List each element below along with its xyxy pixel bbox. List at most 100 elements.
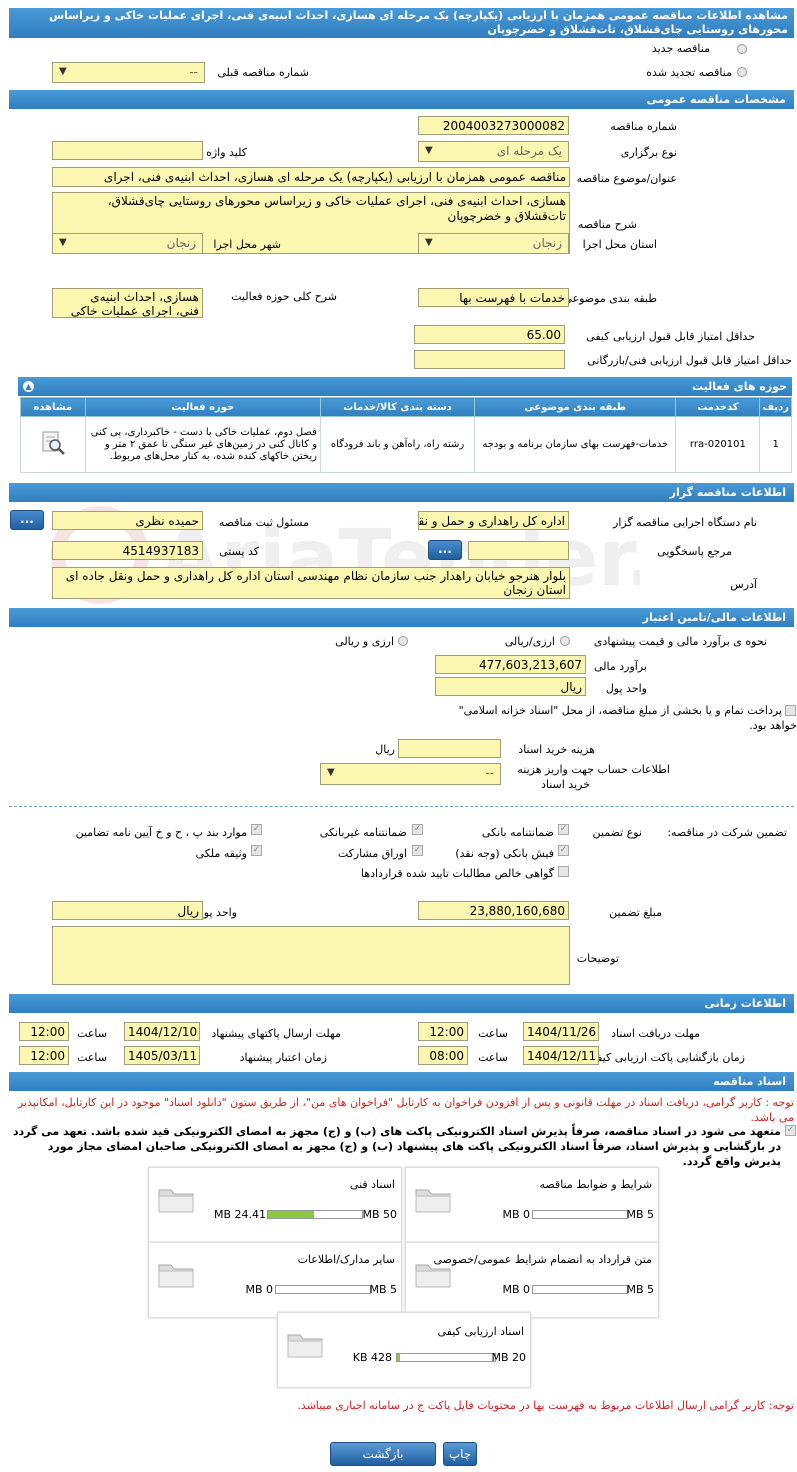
back-button[interactable]: بازگشت bbox=[330, 1442, 436, 1466]
progress-bar bbox=[532, 1285, 628, 1294]
org-label: نام دستگاه اجرایی مناقصه گزار bbox=[613, 516, 757, 529]
province-label: استان محل اجرا bbox=[582, 238, 657, 251]
min-quality-field[interactable]: 65.00 bbox=[414, 325, 565, 344]
quality-open-label: زمان بازگشایی پاکت ارزیابی کیفی bbox=[587, 1051, 745, 1064]
validity-time-field[interactable]: 12:00 bbox=[19, 1046, 69, 1065]
doc-card-technical[interactable]: اسناد فنی 24.41 MB 50 MB bbox=[148, 1167, 402, 1243]
description-label: شرح مناقصه bbox=[577, 218, 637, 231]
doc-card-terms[interactable]: شرایط و ضوابط مناقصه 0 MB 5 MB bbox=[405, 1167, 659, 1243]
send-deadline-label: مهلت ارسال پاکتهای پیشنهاد bbox=[211, 1027, 341, 1040]
progress-bar bbox=[267, 1210, 363, 1219]
doc-card-quality[interactable]: اسناد ارزیابی کیفی 428 KB 20 MB bbox=[277, 1312, 531, 1388]
renewed-tender-radio[interactable] bbox=[737, 67, 747, 77]
currency-rial-radio[interactable] bbox=[560, 636, 570, 646]
chevron-down-icon: ▼ bbox=[327, 767, 335, 778]
estimate-label: برآورد مالی bbox=[594, 660, 647, 673]
property-checkbox[interactable]: ✓ bbox=[251, 845, 262, 856]
quality-open-date-field[interactable]: 1404/12/11 bbox=[523, 1046, 599, 1065]
notes-field[interactable] bbox=[52, 926, 570, 985]
doc-cost-field[interactable] bbox=[398, 739, 501, 758]
col-activity: حوزه فعالیت bbox=[84, 397, 321, 417]
nonbank-guarantee-label: ضمانتنامه غیربانکی bbox=[319, 826, 407, 839]
quality-open-time-field[interactable]: 08:00 bbox=[418, 1046, 468, 1065]
address-label: آدرس bbox=[730, 578, 757, 591]
page-title-line2: محورهای روستایی چای‌قشلاق، تات‌قشلاق و خ… bbox=[487, 23, 788, 36]
scope-field[interactable]: هسازی، احداث ابنیه‌ی فنی، اجرای عملیات خ… bbox=[52, 288, 203, 318]
treasury-checkbox[interactable] bbox=[785, 705, 796, 716]
currency-and-rial-radio[interactable] bbox=[398, 636, 408, 646]
send-time-field[interactable]: 12:00 bbox=[19, 1022, 69, 1041]
estimate-field[interactable]: 477,603,213,607 bbox=[435, 655, 586, 674]
col-group: دسته بندی کالا/خدمات bbox=[319, 397, 476, 417]
send-date-field[interactable]: 1404/12/10 bbox=[124, 1022, 200, 1041]
postal-label: کد پستی bbox=[219, 545, 259, 558]
bonds-checkbox[interactable]: ✓ bbox=[412, 845, 423, 856]
commit-checkbox[interactable]: ✓ bbox=[785, 1125, 796, 1136]
ref-label: مرجع پاسخگویی bbox=[657, 545, 732, 558]
progress-bar bbox=[532, 1210, 628, 1219]
progress-bar bbox=[396, 1353, 496, 1362]
address-field[interactable]: بلوار هنرجو خیابان راهدار جنب سازمان نظا… bbox=[52, 567, 570, 599]
view-cell[interactable] bbox=[20, 416, 86, 473]
province-select[interactable]: زنجان ▼ bbox=[418, 233, 569, 254]
tender-number-field[interactable]: 2004003273000082 bbox=[418, 116, 569, 135]
organizer-section-header: اطلاعات مناقصه گزار bbox=[9, 483, 794, 502]
subject-label: عنوان/موضوع مناقصه bbox=[576, 172, 677, 185]
chevron-down-icon: ▼ bbox=[425, 237, 433, 248]
collapse-icon[interactable]: ▲ bbox=[23, 381, 34, 392]
ref-lookup-button[interactable]: ... bbox=[428, 540, 462, 560]
divider bbox=[9, 806, 794, 807]
org-field[interactable]: اداره کل راهداری و حمل و نقل bbox=[418, 511, 569, 530]
prev-tender-label: شماره مناقصه قبلی bbox=[217, 66, 309, 79]
account-select[interactable]: -- ▼ bbox=[320, 763, 501, 785]
new-tender-radio[interactable] bbox=[737, 44, 747, 54]
guarantee-currency-field[interactable]: ریال bbox=[52, 901, 203, 920]
documents-section-header: اسناد مناقصه bbox=[9, 1072, 794, 1091]
col-view: مشاهده bbox=[20, 397, 86, 417]
officer-field[interactable]: حمیده نظری bbox=[52, 511, 203, 530]
bonds-label: اوراق مشارکت bbox=[337, 847, 407, 860]
doc-card-other[interactable]: سایر مدارک/اطلاعات 0 MB 5 MB bbox=[148, 1242, 402, 1318]
general-section-header: مشخصات مناقصه عمومی bbox=[9, 90, 794, 109]
officer-lookup-button[interactable]: ... bbox=[10, 510, 44, 530]
min-quality-label: حداقل امتیاز قابل قبول ارزیابی کیفی bbox=[586, 330, 755, 343]
page-title-bar: مشاهده اطلاعات مناقصه عمومی همزمان با ار… bbox=[9, 8, 794, 38]
subject-field[interactable]: مناقصه عمومی همزمان با ارزیابی (یکپارچه)… bbox=[52, 167, 570, 187]
claims-checkbox[interactable] bbox=[558, 866, 569, 877]
currency-and-rial-label: ارزی و ریالی bbox=[335, 635, 394, 648]
send-time-label: ساعت bbox=[77, 1027, 107, 1040]
bank-guarantee-checkbox[interactable]: ✓ bbox=[558, 824, 569, 835]
nonbank-guarantee-checkbox[interactable]: ✓ bbox=[412, 824, 423, 835]
validity-label: زمان اعتبار پیشنهاد bbox=[239, 1051, 327, 1064]
print-button[interactable]: چاپ bbox=[443, 1442, 477, 1466]
col-code: کدخدمت bbox=[675, 397, 761, 417]
tender-type-select[interactable]: یک مرحله ای ▼ bbox=[418, 141, 569, 162]
currency-field[interactable]: ریال bbox=[435, 677, 586, 696]
doc-card-contract[interactable]: متن قرارداد به انضمام شرایط عمومی/خصوصی … bbox=[405, 1242, 659, 1318]
scope-label: شرح کلی حوزه فعالیت bbox=[231, 290, 337, 303]
postal-field[interactable]: 4514937183 bbox=[52, 541, 203, 560]
doc-cost-unit: ریال bbox=[375, 743, 395, 756]
guarantee-amount-field[interactable]: 23,880,160,680 bbox=[418, 901, 569, 920]
commit-text: متعهد می شود در اسناد مناقصه، صرفاً پذیر… bbox=[12, 1125, 781, 1168]
validity-date-field[interactable]: 1405/03/11 bbox=[124, 1046, 200, 1065]
clause-guarantee-checkbox[interactable]: ✓ bbox=[251, 824, 262, 835]
activities-header bbox=[18, 377, 792, 396]
folder-icon bbox=[158, 1189, 194, 1213]
cash-receipt-checkbox[interactable]: ✓ bbox=[558, 845, 569, 856]
category-field[interactable]: خدمات با فهرست بها bbox=[418, 288, 569, 307]
magnifier-doc-icon[interactable] bbox=[40, 430, 66, 456]
activities-table: ردیف کدخدمت طبقه بندی موضوعی دسته بندی ک… bbox=[20, 397, 792, 473]
chevron-down-icon: ▼ bbox=[59, 237, 67, 248]
prev-tender-select[interactable]: -- ▼ bbox=[52, 62, 205, 83]
city-select[interactable]: زنجان ▼ bbox=[52, 233, 203, 254]
guarantee-type-label: نوع تضمین bbox=[592, 826, 642, 839]
keyword-field[interactable] bbox=[52, 141, 203, 160]
guarantee-label: تضمین شرکت در مناقصه: bbox=[667, 826, 787, 839]
min-tech-field[interactable] bbox=[414, 350, 565, 369]
col-category: طبقه بندی موضوعی bbox=[474, 397, 677, 417]
receive-date-field[interactable]: 1404/11/26 bbox=[523, 1022, 599, 1041]
bank-guarantee-label: ضمانتنامه بانکی bbox=[481, 826, 554, 839]
ref-field[interactable] bbox=[468, 541, 569, 560]
receive-time-field[interactable]: 12:00 bbox=[418, 1022, 468, 1041]
